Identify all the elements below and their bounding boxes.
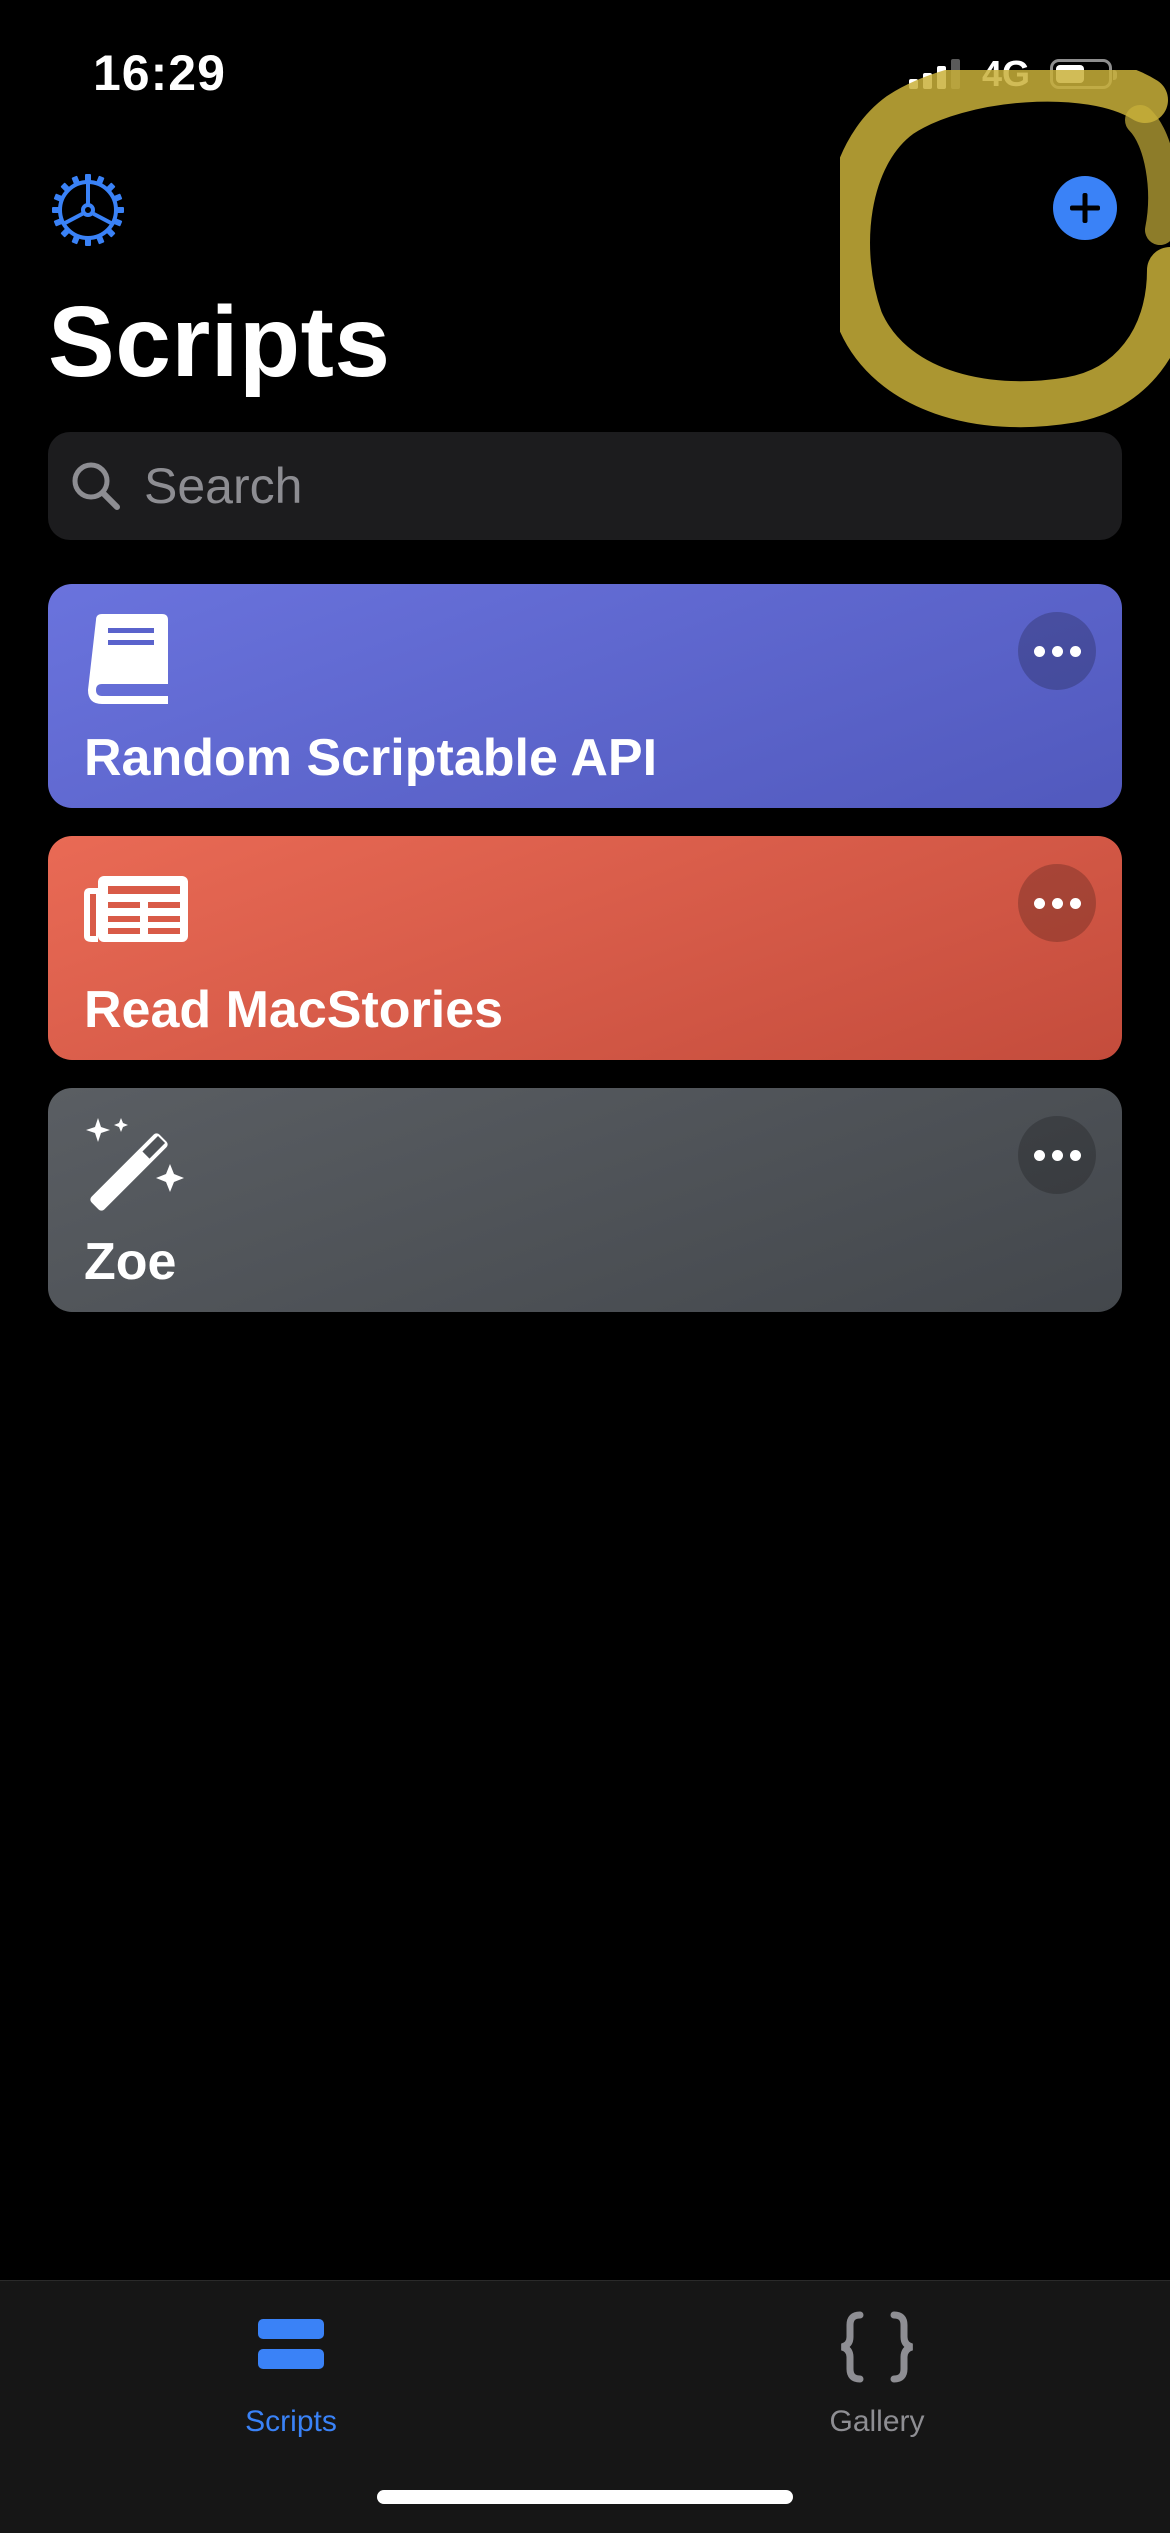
more-options-button[interactable] — [1018, 1116, 1096, 1194]
script-title: Read MacStories — [84, 981, 504, 1039]
tab-label: Gallery — [829, 2405, 925, 2438]
more-options-button[interactable] — [1018, 612, 1096, 690]
search-icon — [72, 462, 120, 510]
scripts-icon — [258, 2319, 324, 2369]
tab-scripts[interactable]: Scripts — [141, 2309, 441, 2439]
network-label: 4G — [981, 53, 1030, 94]
battery-level — [1056, 65, 1084, 83]
script-title: Random Scriptable API — [84, 729, 658, 787]
search-input[interactable] — [142, 456, 1046, 516]
book-icon — [88, 614, 168, 704]
status-bar: 16:29 4G — [0, 0, 1170, 140]
home-indicator[interactable] — [377, 2490, 793, 2504]
script-card-read-macstories[interactable]: Read MacStories — [48, 836, 1122, 1060]
newspaper-icon — [84, 876, 188, 942]
search-bar[interactable] — [48, 432, 1122, 540]
magic-wand-icon — [86, 1118, 184, 1211]
braces-icon — [840, 2311, 914, 2383]
add-script-button[interactable] — [1053, 176, 1117, 240]
signal-icon — [908, 59, 960, 89]
tab-label: Scripts — [245, 2405, 337, 2438]
tab-gallery[interactable]: Gallery — [727, 2309, 1027, 2439]
battery-icon — [1050, 59, 1117, 89]
script-title: Zoe — [84, 1233, 177, 1291]
script-card-random-scriptable-api[interactable]: Random Scriptable API — [48, 584, 1122, 808]
page-title: Scripts — [48, 286, 391, 398]
more-options-button[interactable] — [1018, 864, 1096, 942]
script-card-zoe[interactable]: Zoe — [48, 1088, 1122, 1312]
status-time: 16:29 — [93, 45, 226, 101]
status-indicators: 4G — [908, 52, 1117, 96]
plus-icon — [1070, 193, 1100, 223]
gear-icon[interactable] — [50, 172, 126, 248]
